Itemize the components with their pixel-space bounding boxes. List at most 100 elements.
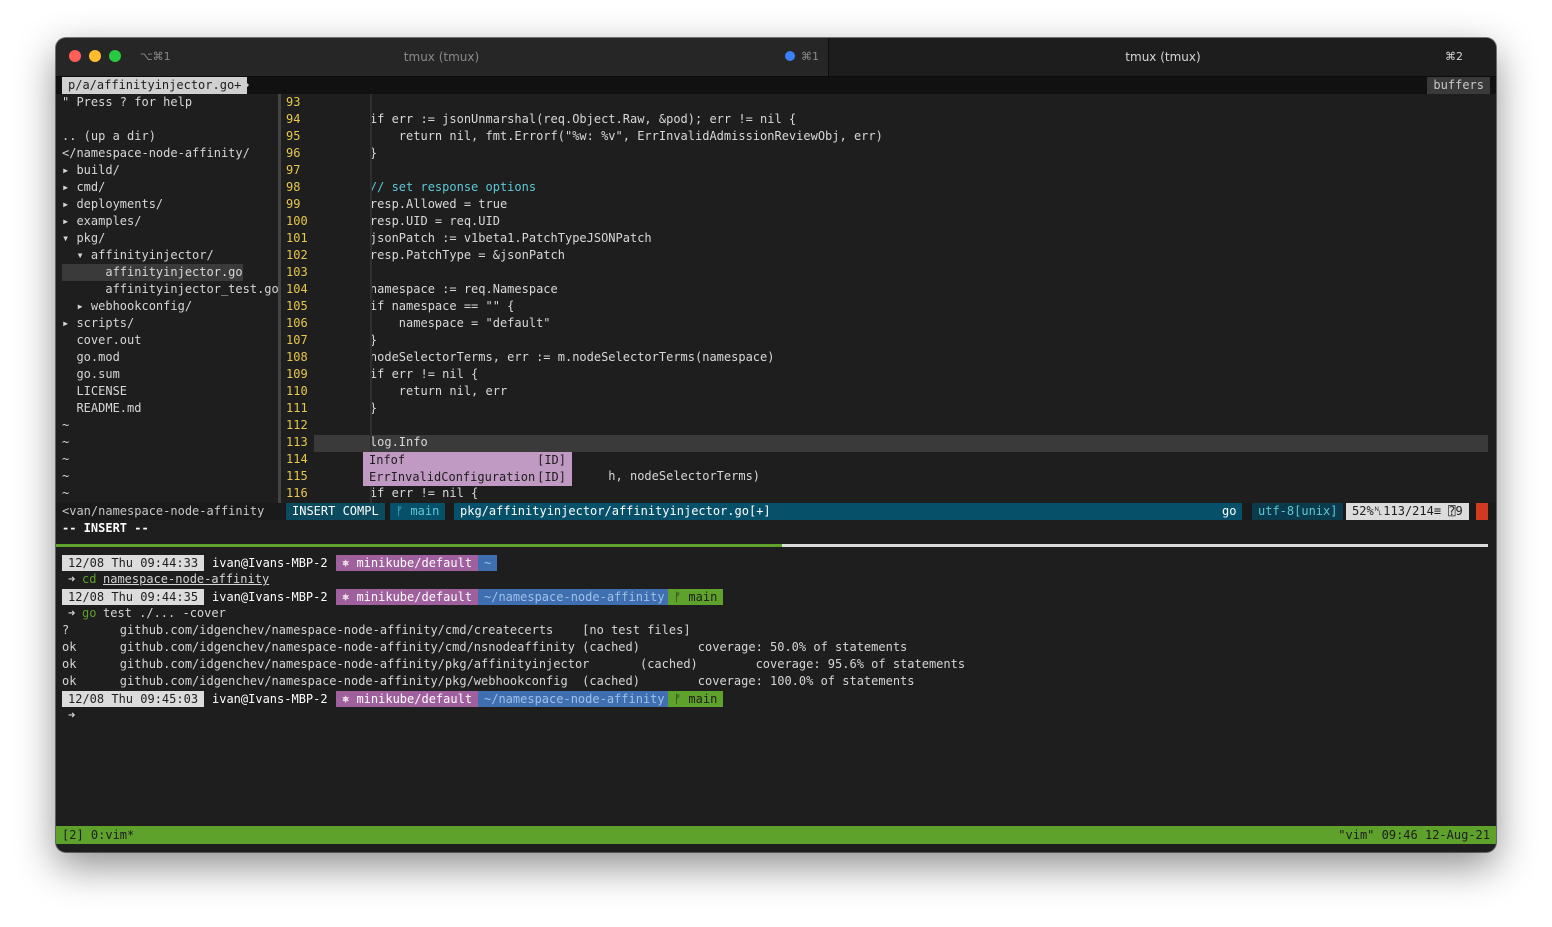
completion-name: Infof	[369, 453, 406, 467]
code-line: return nil, err	[341, 384, 508, 398]
line-number: 105	[286, 299, 308, 313]
tree-item[interactable]: ▸ scripts/	[62, 315, 134, 332]
code-line: namespace := req.Namespace	[341, 282, 558, 296]
line-number: 97	[286, 163, 301, 177]
tree-item[interactable]: .. (up a dir)	[62, 128, 156, 145]
tmux-window-list[interactable]: [2] 0:vim*	[62, 827, 134, 844]
line-number: 98	[286, 180, 301, 194]
tab-arrow-icon	[241, 77, 249, 94]
completion-item[interactable]: Infof [ID]	[363, 452, 572, 469]
test-output-line: ok github.com/idgenchev/namespace-node-a…	[62, 640, 908, 654]
command-arg: namespace-node-affinity	[103, 572, 270, 586]
tree-item[interactable]: go.mod	[62, 349, 119, 366]
code-line: resp.Allowed = true	[341, 197, 508, 211]
line-number: 113	[286, 435, 308, 449]
git-branch: ᚠ main	[390, 503, 446, 520]
line-number: 95	[286, 129, 301, 143]
line-number: 115	[286, 469, 308, 483]
tree-item[interactable]: ▸ build/	[62, 162, 120, 179]
tree-item[interactable]: ▸ examples/	[62, 213, 141, 230]
title-bar: ⌥⌘1 tmux (tmux) ⌘1 tmux (tmux) ⌘2	[56, 38, 1496, 77]
code-line: if err := jsonUnmarshal(req.Object.Raw, …	[341, 112, 797, 126]
prompt-arrow-icon: ➜	[68, 572, 76, 586]
prompt-host: ivan@Ivans-MBP-2	[206, 555, 334, 571]
prompt-branch: ᚠ main	[668, 691, 724, 707]
prompt-dir: ~/namespace-node-affinity	[478, 589, 671, 605]
command-name: go	[82, 606, 97, 620]
split-border	[278, 94, 281, 504]
tree-item[interactable]: LICENSE	[62, 383, 127, 400]
line-number: 96	[286, 146, 301, 160]
line-number: 101	[286, 231, 308, 245]
tab1-title: tmux (tmux)	[403, 50, 480, 64]
buffers-label[interactable]: buffers	[1427, 77, 1490, 94]
minimize-button[interactable]	[89, 50, 101, 62]
empty-line-marker: ~	[62, 486, 70, 500]
prompt-dir: ~/namespace-node-affinity	[478, 691, 671, 707]
tree-item[interactable]: ▸ deployments/	[62, 196, 163, 213]
prompt-kube: ⎈ minikube/default	[336, 555, 479, 571]
tree-item[interactable]: ▾ affinityinjector/	[62, 247, 213, 264]
tab2-title: tmux (tmux)	[1125, 50, 1201, 64]
line-number: 104	[286, 282, 308, 296]
line-number: 103	[286, 265, 308, 279]
line-number: 93	[286, 95, 301, 109]
empty-line-marker: ~	[62, 469, 70, 483]
filetype: go	[1216, 503, 1243, 520]
code-line: resp.PatchType = &jsonPatch	[341, 248, 565, 262]
completion-kind: [ID]	[537, 453, 566, 467]
indent-guide	[370, 94, 372, 504]
tab-tmux-2[interactable]: tmux (tmux) ⌘2	[828, 38, 1496, 76]
tmux-statusbar: [2] 0:vim* "vim" 09:46 12-Aug-21	[56, 826, 1496, 844]
tab-tmux-1[interactable]: ⌥⌘1 tmux (tmux) ⌘1	[56, 38, 827, 76]
line-number: 102	[286, 248, 308, 262]
test-output-line: ? github.com/idgenchev/namespace-node-af…	[62, 623, 691, 637]
line-number: 109	[286, 367, 308, 381]
completion-item[interactable]: ErrInvalidConfiguration [ID]	[363, 469, 572, 486]
vim-cmdline: -- INSERT --	[62, 521, 149, 535]
prompt-host: ivan@Ivans-MBP-2	[206, 589, 334, 605]
empty-line-marker: ~	[62, 452, 70, 466]
code-line: namespace = "default"	[341, 316, 551, 330]
tree-item[interactable]: </namespace-node-affinity/	[62, 145, 250, 162]
tree-item[interactable]: cover.out	[62, 332, 141, 349]
close-button[interactable]	[69, 50, 81, 62]
tree-item[interactable]: ▾ pkg/	[62, 230, 105, 247]
prompt-date: 12/08 Thu 09:44:33	[62, 555, 205, 571]
prompt-arrow-icon: ➜	[68, 708, 76, 722]
mode-indicator: INSERT COMPL	[286, 503, 385, 520]
zoom-button[interactable]	[109, 50, 121, 62]
tree-item[interactable]: README.md	[62, 400, 141, 417]
tree-item[interactable]: ▸ cmd/	[62, 179, 105, 196]
prompt-branch: ᚠ main	[668, 589, 724, 605]
empty-line-marker: ~	[62, 418, 70, 432]
test-output-line: ok github.com/idgenchev/namespace-node-a…	[62, 674, 915, 688]
prompt-host: ivan@Ivans-MBP-2	[206, 691, 334, 707]
tree-item[interactable]: affinityinjector_test.go	[62, 281, 278, 298]
tree-item[interactable]: go.sum	[62, 366, 119, 383]
pane-divider-active	[56, 544, 782, 547]
nerdtree-path-tab[interactable]: p/a/affinityinjector.go+	[62, 77, 248, 94]
cursor-position: 52%␤113/214≡ ⍰9	[1346, 503, 1469, 520]
code-line: return nil, fmt.Errorf("%w: %v", ErrInva…	[341, 129, 883, 143]
prompt-kube: ⎈ minikube/default	[336, 691, 479, 707]
encoding: utf-8[unix]	[1252, 503, 1344, 520]
line-number: 110	[286, 384, 308, 398]
warning-indicator	[1476, 503, 1488, 520]
line-number: 108	[286, 350, 308, 364]
command-name: cd	[82, 572, 97, 586]
prompt-dir: ~	[478, 555, 498, 571]
tab1-shortcut-right: ⌘1	[801, 50, 819, 63]
completion-name: ErrInvalidConfiguration	[369, 470, 536, 484]
line-number: 116	[286, 486, 308, 500]
tree-item[interactable]: affinityinjector.go	[62, 264, 243, 281]
prompt-arrow-icon: ➜	[68, 606, 76, 620]
tab1-activity-dot-icon	[785, 51, 795, 61]
line-number: 107	[286, 333, 308, 347]
prompt-date: 12/08 Thu 09:44:35	[62, 589, 205, 605]
code-line: resp.UID = req.UID	[341, 214, 500, 228]
tree-item[interactable]: ▸ webhookconfig/	[62, 298, 192, 315]
file-path: pkg/affinityinjector/affinityinjector.go…	[454, 503, 1226, 520]
nerdtree-status: <van/namespace-node-affinity	[62, 504, 265, 518]
line-number: 112	[286, 418, 308, 432]
